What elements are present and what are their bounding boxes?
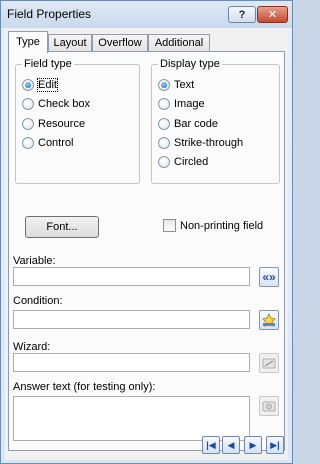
condition-builder-icon — [262, 313, 276, 327]
resource-radio[interactable] — [22, 118, 34, 130]
tab-additional[interactable]: Additional — [148, 34, 210, 52]
control-radio[interactable] — [22, 137, 34, 149]
dialog-client-area: Type Layout Overflow Additional Field ty… — [5, 28, 288, 460]
condition-input[interactable] — [13, 310, 250, 329]
field-type-title: Field type — [22, 58, 74, 70]
field-type-edit-option[interactable]: Edit — [22, 78, 58, 92]
display-type-strikethrough-option[interactable]: Strike-through — [158, 136, 243, 150]
tab-overflow[interactable]: Overflow — [92, 34, 148, 52]
tab-layout[interactable]: Layout — [48, 34, 92, 52]
text-label: Text — [174, 79, 195, 91]
field-type-checkbox-option[interactable]: Check box — [22, 97, 90, 111]
condition-builder-button[interactable] — [259, 310, 279, 330]
wizard-builder-icon — [262, 358, 276, 369]
display-type-image-option[interactable]: Image — [158, 97, 205, 111]
strike-through-radio[interactable] — [158, 137, 170, 149]
answer-text-button[interactable] — [259, 396, 279, 416]
edit-radio[interactable] — [22, 79, 34, 91]
answer-text-icon — [262, 401, 276, 412]
text-radio[interactable] — [158, 79, 170, 91]
insert-variable-button[interactable]: «» — [259, 267, 279, 287]
display-type-text-option[interactable]: Text — [158, 78, 194, 92]
answer-text-input[interactable] — [13, 396, 250, 441]
variable-input[interactable] — [13, 267, 250, 286]
variable-label: Variable: — [13, 255, 56, 267]
close-button[interactable]: ✕ — [257, 6, 288, 23]
window-title: Field Properties — [7, 7, 92, 21]
bar-code-label: Bar code — [174, 118, 219, 130]
check-box-label: Check box — [38, 98, 90, 110]
last-field-button[interactable]: ▶| — [266, 436, 284, 454]
image-radio[interactable] — [158, 98, 170, 110]
display-type-barcode-option[interactable]: Bar code — [158, 117, 218, 131]
non-printing-checkbox[interactable] — [163, 219, 176, 232]
wizard-label: Wizard: — [13, 341, 51, 353]
previous-field-button[interactable]: ◀ — [222, 436, 240, 454]
field-type-control-option[interactable]: Control — [22, 136, 73, 150]
edit-label: Edit — [37, 78, 58, 92]
circled-label: Circled — [174, 156, 209, 168]
field-type-resource-option[interactable]: Resource — [22, 117, 85, 131]
circled-radio[interactable] — [158, 156, 170, 168]
tab-type[interactable]: Type — [8, 31, 48, 53]
font-button[interactable]: Font... — [25, 216, 99, 238]
bar-code-radio[interactable] — [158, 118, 170, 130]
check-box-radio[interactable] — [22, 98, 34, 110]
condition-label: Condition: — [13, 295, 63, 307]
next-field-button[interactable]: ▶ — [244, 436, 262, 454]
type-tab-panel: Field type Edit Check box Resource Contr… — [8, 51, 285, 451]
wizard-builder-button[interactable] — [259, 353, 279, 373]
answer-text-label: Answer text (for testing only): — [13, 381, 156, 393]
field-properties-dialog: Field Properties ? ✕ Type Layout Overflo… — [0, 0, 293, 464]
display-type-group: Display type Text Image Bar code Strike-… — [151, 58, 280, 184]
display-type-title: Display type — [158, 58, 222, 70]
strike-through-label: Strike-through — [174, 137, 244, 149]
first-field-button[interactable]: |◀ — [202, 436, 220, 454]
help-button[interactable]: ? — [228, 6, 256, 23]
field-type-group: Field type Edit Check box Resource Contr… — [15, 58, 140, 184]
title-bar: Field Properties ? ✕ — [1, 1, 292, 28]
image-label: Image — [174, 98, 205, 110]
control-label: Control — [38, 137, 74, 149]
non-printing-field-option[interactable]: Non-printing field — [163, 219, 263, 232]
display-type-circled-option[interactable]: Circled — [158, 155, 208, 169]
resource-label: Resource — [38, 118, 86, 130]
wizard-input[interactable] — [13, 353, 250, 372]
non-printing-label: Non-printing field — [180, 219, 264, 232]
